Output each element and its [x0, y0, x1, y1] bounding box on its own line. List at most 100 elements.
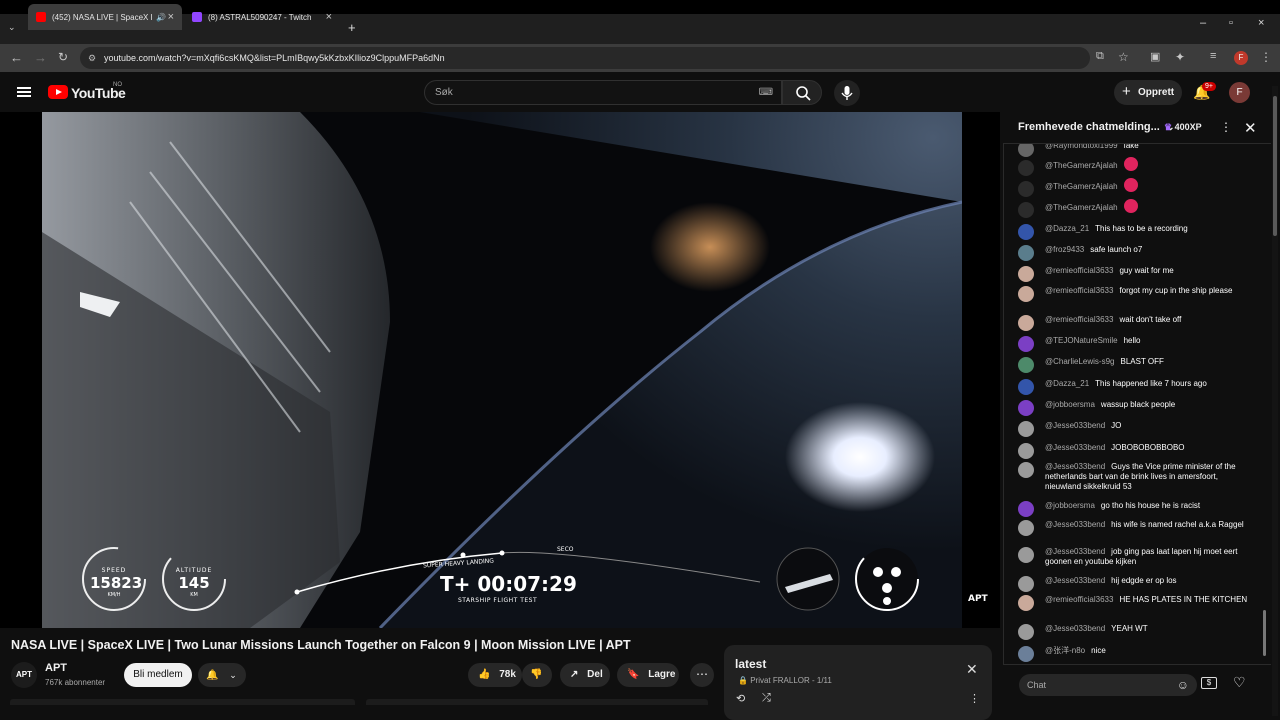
chat-message[interactable]: @froz9433 safe launch o7 — [1018, 245, 1254, 261]
chat-author-avatar[interactable] — [1018, 501, 1034, 517]
chat-message[interactable]: @remieofficial3633 guy wait for me — [1018, 266, 1254, 282]
maximize-icon[interactable]: ▫ — [1229, 17, 1233, 29]
chat-author-name[interactable]: @TEJONatureSmile — [1045, 336, 1118, 345]
youtube-logo-icon[interactable] — [48, 85, 68, 99]
create-button[interactable]: + Opprett — [1114, 80, 1182, 105]
chat-mode-dropdown[interactable]: Fremhevede chatmelding... ⌄ — [1018, 121, 1174, 133]
extension-icon[interactable]: ▣ — [1150, 50, 1160, 63]
tab-twitch[interactable]: (8) ASTRAL5090247 - Twitch × — [184, 4, 340, 30]
chat-message[interactable]: @Dazza_21 This happened like 7 hours ago — [1018, 379, 1254, 395]
chat-author-name[interactable]: @jobboersma — [1045, 400, 1095, 409]
like-button[interactable]: 👍 78k — [468, 663, 522, 687]
chat-author-avatar[interactable] — [1018, 286, 1034, 302]
chat-author-avatar[interactable] — [1018, 181, 1034, 197]
heart-icon[interactable]: ♡ — [1233, 674, 1246, 691]
chat-close-icon[interactable]: ✕ — [1244, 119, 1257, 137]
chat-author-avatar[interactable] — [1018, 357, 1034, 373]
chat-message[interactable]: @jobboersma wassup black people — [1018, 400, 1254, 416]
chat-author-name[interactable]: @Jesse033bend — [1045, 421, 1105, 430]
playlist-title[interactable]: latest — [735, 657, 766, 671]
chat-author-name[interactable]: @Jesse033bend — [1045, 576, 1105, 585]
install-app-icon[interactable]: ⧉ — [1096, 50, 1104, 63]
chat-author-avatar[interactable] — [1018, 245, 1034, 261]
chat-message[interactable]: @Dazza_21 This has to be a recording — [1018, 224, 1254, 240]
tab-list-chevron-icon[interactable]: ⌄ — [8, 22, 16, 33]
chat-author-avatar[interactable] — [1018, 462, 1034, 478]
chat-author-avatar[interactable] — [1018, 224, 1034, 240]
save-button[interactable]: 🔖 Lagre — [617, 663, 679, 687]
chat-author-name[interactable]: @张洋-n8o — [1045, 646, 1085, 655]
super-chat-icon[interactable]: $ — [1201, 677, 1217, 689]
browser-profile-avatar[interactable]: F — [1234, 51, 1248, 65]
chat-message[interactable]: @Jesse033bend Guys the Vice prime ministe… — [1018, 462, 1254, 492]
dislike-button[interactable]: 👎 — [522, 663, 552, 687]
hamburger-menu-icon[interactable] — [17, 87, 31, 97]
bookmark-star-icon[interactable]: ☆ — [1118, 50, 1129, 64]
chat-author-avatar[interactable] — [1018, 400, 1034, 416]
chat-scrollbar-thumb[interactable] — [1263, 610, 1266, 656]
chat-author-avatar[interactable] — [1018, 576, 1034, 592]
chat-author-name[interactable]: @Jesse033bend — [1045, 520, 1105, 529]
media-controls-icon[interactable]: ≡ — [1210, 50, 1216, 62]
chat-message[interactable]: @CharlieLewis-s9g BLAST OFF — [1018, 357, 1254, 373]
chat-author-avatar[interactable] — [1018, 266, 1034, 282]
chat-scrollbar[interactable] — [1262, 146, 1267, 660]
chat-author-avatar[interactable] — [1018, 646, 1034, 662]
search-input[interactable]: Søk ⌨ — [424, 80, 782, 105]
tab-close-icon[interactable]: × — [168, 11, 174, 23]
chat-author-name[interactable]: @remieofficial3633 — [1045, 286, 1113, 295]
chat-message[interactable]: @TheGamerzAjalah — [1018, 199, 1254, 218]
chat-author-avatar[interactable] — [1018, 336, 1034, 352]
minimize-icon[interactable]: – — [1200, 17, 1206, 29]
chat-message[interactable]: @TEJONatureSmile hello — [1018, 336, 1254, 352]
chat-menu-icon[interactable]: ⋮ — [1220, 120, 1232, 134]
chat-message[interactable]: @TheGamerzAjalah — [1018, 157, 1254, 176]
chat-author-name[interactable]: @CharlieLewis-s9g — [1045, 357, 1114, 366]
reload-icon[interactable]: ↻ — [58, 50, 68, 64]
url-field[interactable]: ⚙ youtube.com/watch?v=mXqfi6csKMQ&list=P… — [80, 47, 1090, 69]
chat-message[interactable]: @jobboersma go tho his house he is racist — [1018, 501, 1254, 517]
tab-youtube[interactable]: (452) NASA LIVE | SpaceX L 🔊 × — [28, 4, 182, 30]
chat-message[interactable]: @remieofficial3633 forgot my cup in the s… — [1018, 286, 1254, 302]
notification-settings-button[interactable]: 🔔 ⌄ — [198, 663, 246, 687]
chat-author-name[interactable]: @froz9433 — [1045, 245, 1084, 254]
tab-close-icon[interactable]: × — [326, 11, 332, 23]
emoji-icon[interactable]: ☺ — [1177, 674, 1189, 696]
chat-message[interactable]: @张洋-n8o nice — [1018, 646, 1254, 662]
chat-message[interactable]: @Jesse033bend YEAH WT — [1018, 624, 1254, 640]
account-avatar[interactable]: F — [1229, 82, 1250, 103]
chat-author-name[interactable]: @TheGamerzAjalah — [1045, 182, 1118, 191]
chat-message[interactable]: @remieofficial3633 wait don't take off — [1018, 315, 1254, 331]
chat-author-name[interactable]: @Dazza_21 — [1045, 379, 1089, 388]
voice-search-button[interactable] — [834, 80, 860, 106]
chat-author-name[interactable]: @remieofficial3633 — [1045, 315, 1113, 324]
chat-author-name[interactable]: @TheGamerzAjalah — [1045, 161, 1118, 170]
chat-input[interactable]: Chat ☺ — [1019, 674, 1197, 696]
chat-message[interactable]: @Jesse033bend JO — [1018, 421, 1254, 437]
chat-author-avatar[interactable] — [1018, 624, 1034, 640]
back-icon[interactable]: ← — [10, 50, 23, 65]
channel-name[interactable]: APT — [45, 662, 67, 674]
chat-author-avatar[interactable] — [1018, 520, 1034, 536]
speaker-icon[interactable]: 🔊 — [156, 13, 166, 22]
chat-author-avatar[interactable] — [1018, 160, 1034, 176]
chat-author-avatar[interactable] — [1018, 379, 1034, 395]
chat-author-avatar[interactable] — [1018, 202, 1034, 218]
chat-author-name[interactable]: @TheGamerzAjalah — [1045, 203, 1118, 212]
chat-author-avatar[interactable] — [1018, 595, 1034, 611]
share-button[interactable]: ↗ Del — [560, 663, 610, 687]
chat-author-name[interactable]: @Jesse033bend — [1045, 443, 1105, 452]
page-scrollbar-thumb[interactable] — [1273, 96, 1277, 236]
chat-author-name[interactable]: @jobboersma — [1045, 501, 1095, 510]
window-close-icon[interactable]: × — [1258, 17, 1264, 29]
forward-icon[interactable]: → — [34, 50, 47, 65]
chat-author-avatar[interactable] — [1018, 443, 1034, 459]
new-tab-icon[interactable]: + — [348, 20, 356, 35]
join-button[interactable]: Bli medlem — [124, 663, 192, 687]
chat-author-avatar[interactable] — [1018, 421, 1034, 437]
chat-message[interactable]: @TheGamerzAjalah — [1018, 178, 1254, 197]
chat-message[interactable]: @Jesse033bend his wife is named rachel a.… — [1018, 520, 1254, 536]
shuffle-icon[interactable]: ⤮ — [762, 692, 771, 705]
loop-icon[interactable]: ⟲ — [736, 692, 745, 705]
search-button[interactable] — [782, 80, 822, 105]
